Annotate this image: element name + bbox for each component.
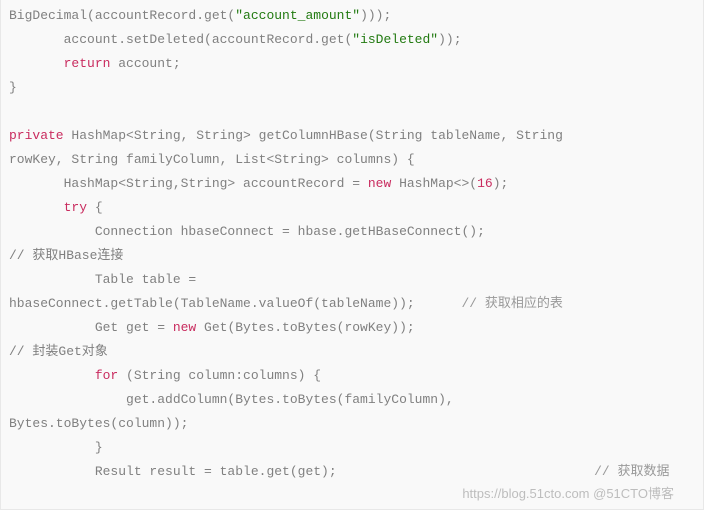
line-11: // 获取HBase连接 xyxy=(9,248,123,263)
line-14: Get get = new Get(Bytes.toBytes(rowKey))… xyxy=(9,320,618,335)
line-17: get.addColumn(Bytes.toBytes(familyColumn… xyxy=(9,392,461,407)
line-7: rowKey, String familyColumn, List<String… xyxy=(9,152,415,167)
line-19: } xyxy=(9,440,103,455)
line-20: Result result = table.get(get); // 获取数据 xyxy=(9,464,670,479)
line-18: Bytes.toBytes(column)); xyxy=(9,416,188,431)
line-8: HashMap<String,String> accountRecord = n… xyxy=(9,176,508,191)
line-16: for (String column:columns) { xyxy=(9,368,321,383)
line-9: try { xyxy=(9,200,103,215)
line-15: // 封装Get对象 xyxy=(9,344,108,359)
line-1: BigDecimal(accountRecord.get("account_am… xyxy=(9,8,391,23)
line-13: hbaseConnect.getTable(TableName.valueOf(… xyxy=(9,296,563,311)
line-4: } xyxy=(9,80,17,95)
line-12: Table table = xyxy=(9,272,204,287)
line-6: private HashMap<String, String> getColum… xyxy=(9,128,571,143)
line-10: Connection hbaseConnect = hbase.getHBase… xyxy=(9,224,610,239)
line-2: account.setDeleted(accountRecord.get("is… xyxy=(9,32,462,47)
line-3: return account; xyxy=(9,56,181,71)
code-block: BigDecimal(accountRecord.get("account_am… xyxy=(0,0,704,510)
